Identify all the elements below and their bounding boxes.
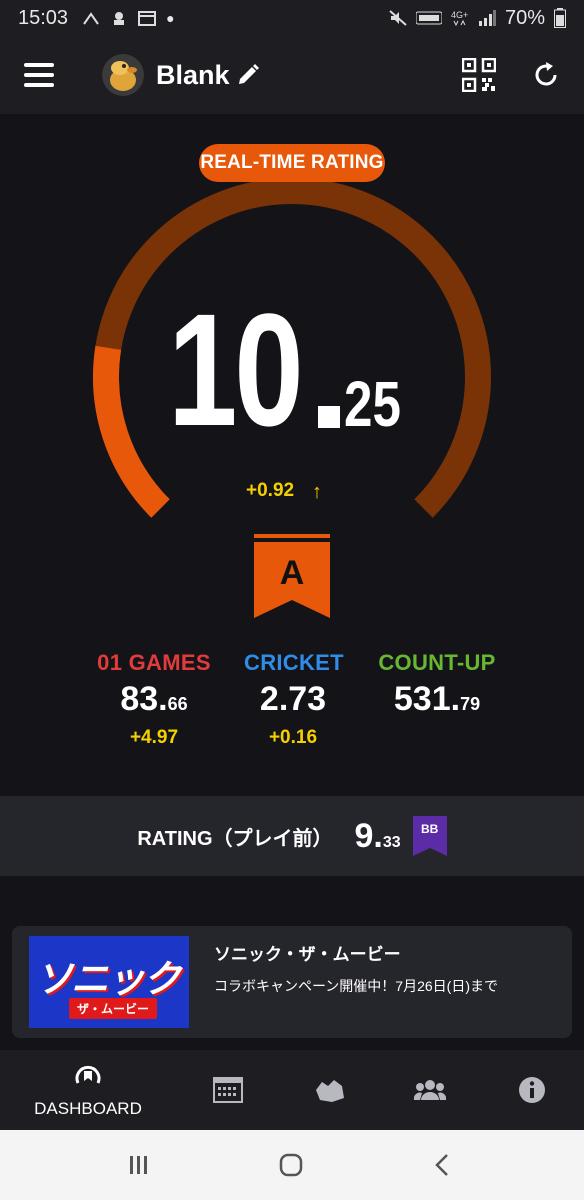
home-icon[interactable] bbox=[279, 1153, 303, 1177]
avatar[interactable] bbox=[102, 54, 144, 96]
stat-count-up[interactable]: COUNT-UP 531.79 bbox=[378, 650, 496, 727]
previous-class-label: BB bbox=[421, 822, 439, 836]
stat-title: 01 GAMES bbox=[97, 650, 211, 675]
up-arrow-icon: ↑ bbox=[312, 481, 322, 503]
calendar-icon bbox=[138, 11, 157, 26]
previous-rating-bar: RATING（プレイ前） 9.33 BB bbox=[0, 796, 584, 876]
battery-percent: 70% bbox=[504, 6, 545, 29]
stat-title: CRICKET bbox=[244, 650, 344, 675]
stat-change: +4.97 bbox=[129, 727, 179, 748]
stat-value: 2.73 bbox=[259, 680, 327, 718]
signal-icon bbox=[478, 10, 496, 26]
darts-icon bbox=[316, 1080, 344, 1102]
system-navigation-bar bbox=[0, 1130, 584, 1200]
real-time-rating-badge: REAL-TIME RATING bbox=[199, 144, 385, 182]
mute-icon bbox=[389, 10, 407, 26]
info-icon bbox=[519, 1077, 545, 1103]
network-4g-icon: 4G+ bbox=[451, 10, 468, 27]
stat-01-games[interactable]: 01 GAMES 83.66 +4.97 bbox=[96, 650, 212, 749]
stat-title: COUNT-UP bbox=[378, 650, 496, 675]
previous-rating-value: 9.33 bbox=[354, 816, 401, 855]
stat-value: 531.79 bbox=[393, 680, 481, 718]
status-time: 15:03 bbox=[18, 6, 69, 29]
qr-code-icon[interactable] bbox=[462, 58, 496, 92]
gauge-fill bbox=[93, 345, 170, 518]
nav-info[interactable] bbox=[502, 1050, 562, 1130]
banner-description: コラボキャンペーン開催中！7月26日(日)まで bbox=[214, 978, 498, 994]
campaign-banner[interactable]: ソニック ザ・ムービー ソニック・ザ・ムービー コラボキャンペーン開催中！7月2… bbox=[12, 926, 572, 1038]
edit-pencil-icon[interactable] bbox=[236, 63, 260, 87]
previous-rating-label: RATING（プレイ前） bbox=[137, 827, 333, 850]
rating-delta: +0.92 bbox=[246, 480, 295, 501]
previous-class-badge: BB bbox=[412, 816, 447, 856]
notification-icon bbox=[83, 12, 99, 25]
app-header: Blank bbox=[0, 36, 584, 114]
nav-label: DASHBOARD bbox=[34, 1099, 142, 1118]
status-bar: 15:03 ● 4G+ 70% bbox=[0, 0, 584, 36]
svg-text:4G+: 4G+ bbox=[451, 10, 468, 20]
group-icon bbox=[414, 1080, 446, 1100]
banner-title: ソニック・ザ・ムービー bbox=[214, 945, 401, 964]
rating-integer: 10 bbox=[168, 280, 304, 459]
dashboard-icon bbox=[75, 1065, 101, 1084]
hamburger-menu-icon[interactable] bbox=[24, 63, 54, 87]
volte-icon bbox=[415, 11, 442, 25]
recent-apps-icon[interactable] bbox=[128, 1154, 150, 1176]
nav-friends[interactable] bbox=[400, 1050, 460, 1130]
app-notification-icon bbox=[114, 12, 125, 25]
avatar-image bbox=[102, 54, 144, 96]
battery-icon bbox=[554, 8, 566, 28]
username: Blank bbox=[156, 59, 230, 90]
bottom-navigation: DASHBOARD bbox=[0, 1050, 584, 1130]
calendar-grid-icon bbox=[213, 1077, 243, 1103]
stat-change: +0.16 bbox=[268, 727, 318, 748]
stat-cricket[interactable]: CRICKET 2.73 +0.16 bbox=[244, 650, 344, 749]
rating-decimal-point bbox=[318, 406, 340, 428]
game-stats: 01 GAMES 83.66 +4.97 CRICKET 2.73 +0.16 … bbox=[0, 650, 584, 770]
banner-image-subtitle: ザ・ムービー bbox=[69, 998, 158, 1019]
banner-image: ソニック ザ・ムービー bbox=[29, 936, 189, 1028]
back-icon[interactable] bbox=[432, 1153, 452, 1177]
nav-calendar[interactable] bbox=[198, 1050, 258, 1130]
banner-image-title: ソニック bbox=[35, 959, 181, 1001]
nav-darts[interactable] bbox=[300, 1050, 360, 1130]
dot-icon: ● bbox=[166, 10, 175, 26]
rating-panel: REAL-TIME RATING 10 25 +0.92 ↑ A 01 GAME… bbox=[0, 114, 584, 796]
class-label: A bbox=[279, 554, 305, 592]
stat-value: 83.66 bbox=[120, 680, 188, 718]
rating-decimal: 25 bbox=[344, 368, 401, 440]
nav-dashboard[interactable]: DASHBOARD bbox=[28, 1050, 148, 1130]
refresh-icon[interactable] bbox=[532, 61, 560, 89]
